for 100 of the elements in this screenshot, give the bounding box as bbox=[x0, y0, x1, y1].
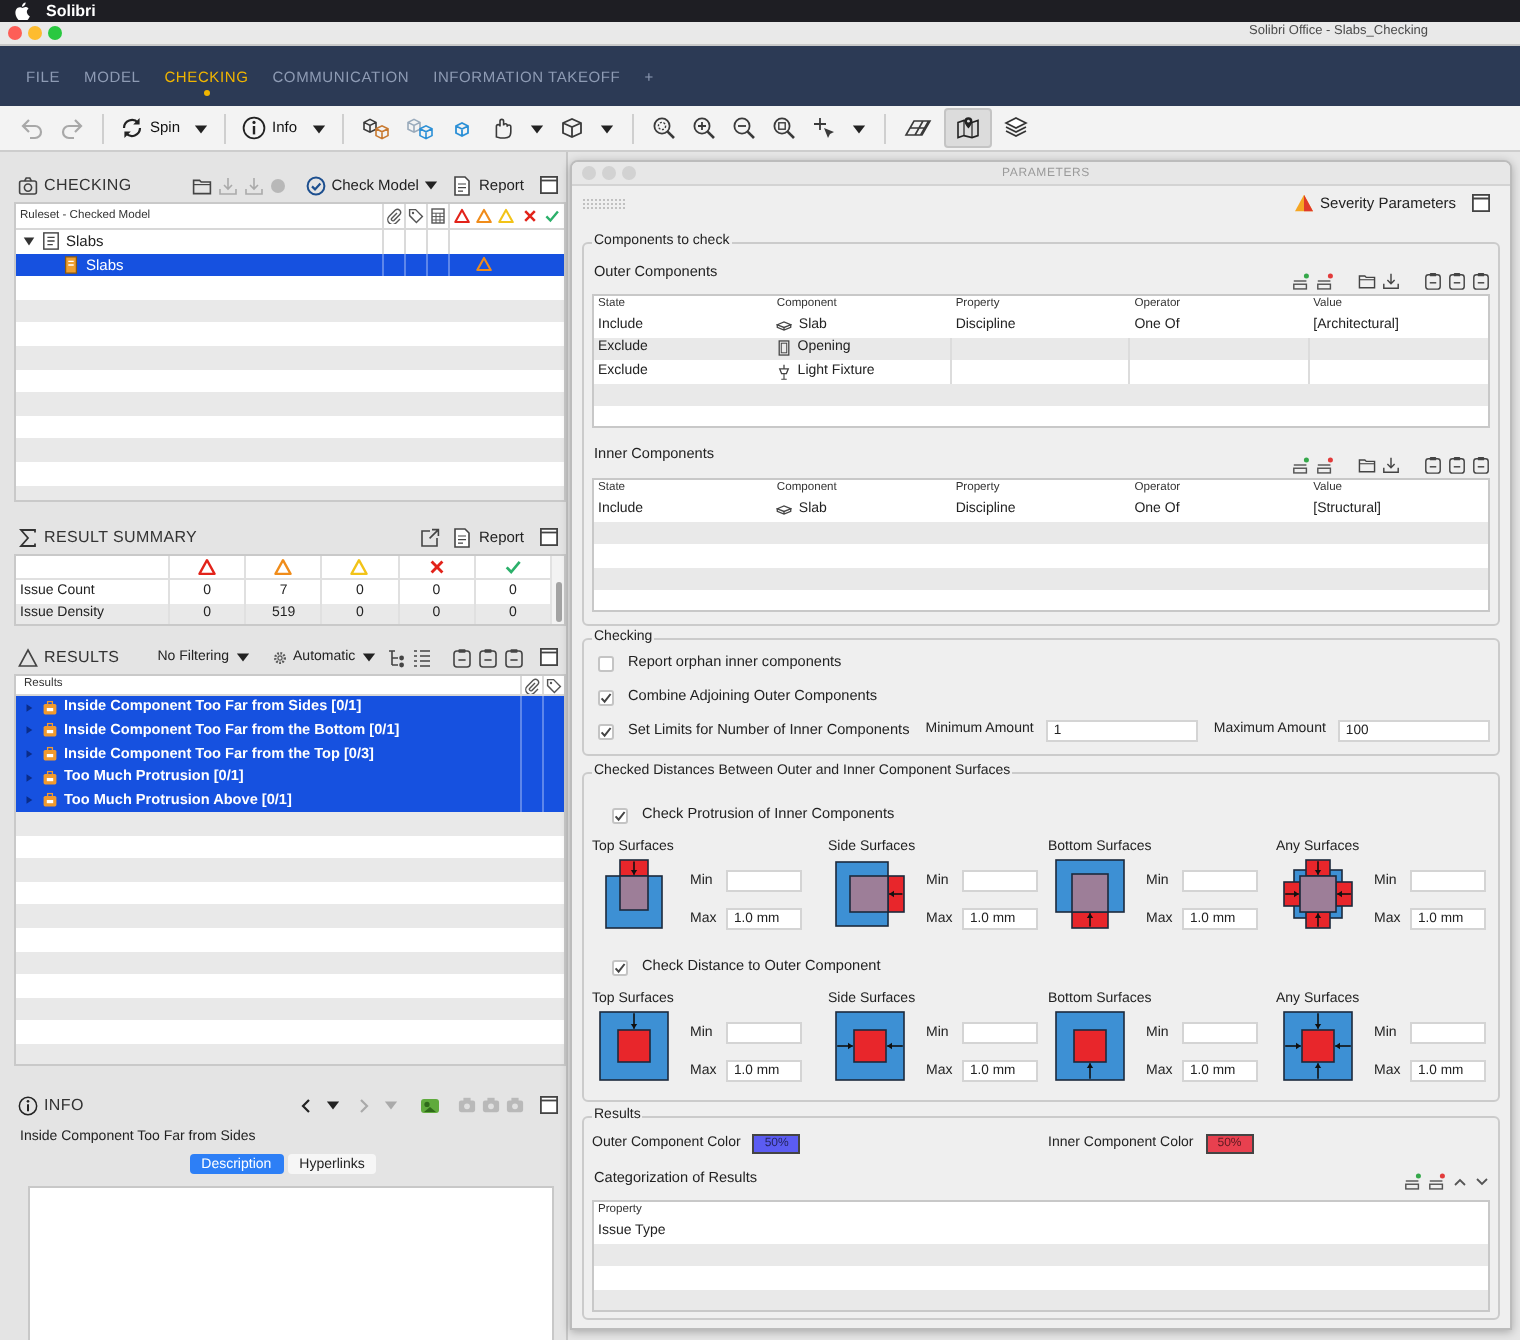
clipboard-icon[interactable] bbox=[1448, 272, 1466, 290]
input-field[interactable] bbox=[726, 870, 802, 892]
caret-icon[interactable] bbox=[529, 121, 544, 135]
panel-title: RESULT SUMMARY bbox=[44, 527, 198, 547]
briefcase-icon bbox=[42, 699, 58, 716]
check-circle-icon bbox=[305, 175, 326, 195]
remove-row-icon[interactable] bbox=[1428, 1172, 1446, 1190]
cube-icon[interactable] bbox=[559, 116, 584, 140]
add-row-icon[interactable] bbox=[1292, 456, 1310, 474]
squares-diagram-icon bbox=[1282, 858, 1354, 930]
zoom-in-icon[interactable] bbox=[691, 116, 716, 140]
caret-icon[interactable] bbox=[424, 178, 439, 192]
zoom-fit-icon[interactable] bbox=[651, 116, 676, 140]
clipboard-icon[interactable] bbox=[504, 647, 524, 667]
hierarchy-icon[interactable] bbox=[386, 647, 406, 667]
apple-icon[interactable] bbox=[14, 1, 30, 21]
maximize-icon[interactable] bbox=[540, 1096, 558, 1114]
caret-icon bbox=[235, 650, 250, 664]
document-icon bbox=[452, 527, 473, 547]
document-icon bbox=[42, 232, 60, 251]
download-icon[interactable] bbox=[1382, 272, 1400, 290]
clipboard-icon[interactable] bbox=[478, 647, 498, 667]
gear-icon bbox=[271, 649, 288, 665]
clipboard-icon[interactable] bbox=[452, 647, 472, 667]
warning-icon bbox=[198, 558, 217, 576]
briefcase-icon bbox=[42, 722, 58, 739]
tag-icon bbox=[546, 677, 562, 693]
app-menu[interactable]: Solibri bbox=[46, 3, 96, 19]
camera-icon bbox=[18, 175, 38, 195]
zoom-box-icon[interactable] bbox=[771, 116, 796, 140]
zoom-out-icon[interactable] bbox=[731, 116, 756, 140]
scrollbar-thumb[interactable] bbox=[555, 582, 561, 622]
grid-plane-icon[interactable] bbox=[903, 116, 932, 140]
folder-icon[interactable] bbox=[1358, 272, 1376, 290]
input-field[interactable] bbox=[1410, 1022, 1486, 1044]
maximize-icon[interactable] bbox=[1472, 194, 1490, 212]
maximize-icon[interactable] bbox=[540, 176, 558, 194]
picture-icon[interactable] bbox=[420, 1095, 440, 1115]
cross-icon bbox=[521, 208, 538, 224]
maximize-icon[interactable] bbox=[540, 648, 558, 666]
panel-title: INFO bbox=[44, 1095, 84, 1115]
briefcase-icon bbox=[42, 769, 58, 786]
squares-diagram-icon bbox=[834, 858, 906, 930]
remove-row-icon[interactable] bbox=[1316, 456, 1334, 474]
input-field[interactable] bbox=[1410, 870, 1486, 892]
panel-title: RESULTS bbox=[44, 647, 120, 667]
document-icon bbox=[452, 175, 473, 195]
caret-icon bbox=[194, 121, 209, 135]
download-icon[interactable] bbox=[1382, 456, 1400, 474]
document-icon bbox=[62, 255, 80, 274]
input-field[interactable] bbox=[1182, 1022, 1258, 1044]
list-icon[interactable] bbox=[412, 647, 432, 667]
cross-icon bbox=[427, 558, 446, 576]
lamp-icon bbox=[775, 363, 792, 380]
check-icon bbox=[544, 208, 561, 224]
sigma-icon bbox=[18, 527, 38, 547]
squares-diagram-icon bbox=[1054, 1010, 1126, 1082]
add-row-icon[interactable] bbox=[1404, 1172, 1422, 1190]
caret-icon[interactable] bbox=[326, 1098, 340, 1112]
checkbox[interactable] bbox=[612, 807, 628, 823]
map-icon bbox=[955, 116, 980, 140]
info-icon bbox=[242, 116, 267, 140]
input-field[interactable] bbox=[1182, 870, 1258, 892]
caret-icon[interactable] bbox=[599, 121, 614, 135]
squares-diagram-icon bbox=[834, 1010, 906, 1082]
rotate-icon bbox=[120, 116, 144, 140]
caret-icon bbox=[361, 650, 376, 664]
export-icon[interactable] bbox=[420, 527, 441, 547]
maximize-icon[interactable] bbox=[540, 528, 558, 546]
checkbox[interactable] bbox=[598, 689, 614, 705]
chevron-up-icon[interactable] bbox=[1452, 1173, 1468, 1189]
squares-diagram-icon bbox=[1054, 858, 1126, 930]
folder-icon[interactable] bbox=[1358, 456, 1376, 474]
add-row-icon[interactable] bbox=[1292, 272, 1310, 290]
slab-icon bbox=[776, 501, 793, 518]
clipboard-icon[interactable] bbox=[1448, 456, 1466, 474]
caret-icon[interactable] bbox=[851, 121, 866, 135]
cubes-icon[interactable] bbox=[361, 116, 390, 140]
close-button[interactable] bbox=[8, 26, 22, 40]
remove-row-icon[interactable] bbox=[1316, 272, 1334, 290]
back-icon[interactable] bbox=[300, 1097, 312, 1113]
map-toggle-button[interactable] bbox=[943, 108, 992, 148]
clipboard-icon[interactable] bbox=[1424, 272, 1442, 290]
crosshair-icon[interactable] bbox=[811, 116, 836, 140]
checkbox[interactable] bbox=[598, 723, 614, 739]
clipboard-icon[interactable] bbox=[1424, 456, 1442, 474]
chevron-down-icon[interactable] bbox=[1474, 1173, 1490, 1189]
calculator-icon bbox=[430, 208, 446, 224]
clipboard-icon[interactable] bbox=[1472, 272, 1490, 290]
input-field[interactable] bbox=[726, 1022, 802, 1044]
layers-icon[interactable] bbox=[1003, 116, 1028, 140]
clipboard-icon[interactable] bbox=[1472, 456, 1490, 474]
info-icon bbox=[18, 1095, 38, 1115]
expand-arrow-icon[interactable] bbox=[22, 234, 36, 249]
warning-icon bbox=[274, 558, 293, 576]
input-field[interactable] bbox=[962, 870, 1038, 892]
input-field[interactable] bbox=[962, 1022, 1038, 1044]
folder-icon[interactable] bbox=[191, 175, 212, 195]
checkbox[interactable] bbox=[612, 959, 628, 975]
squares-diagram-icon bbox=[598, 1010, 670, 1082]
